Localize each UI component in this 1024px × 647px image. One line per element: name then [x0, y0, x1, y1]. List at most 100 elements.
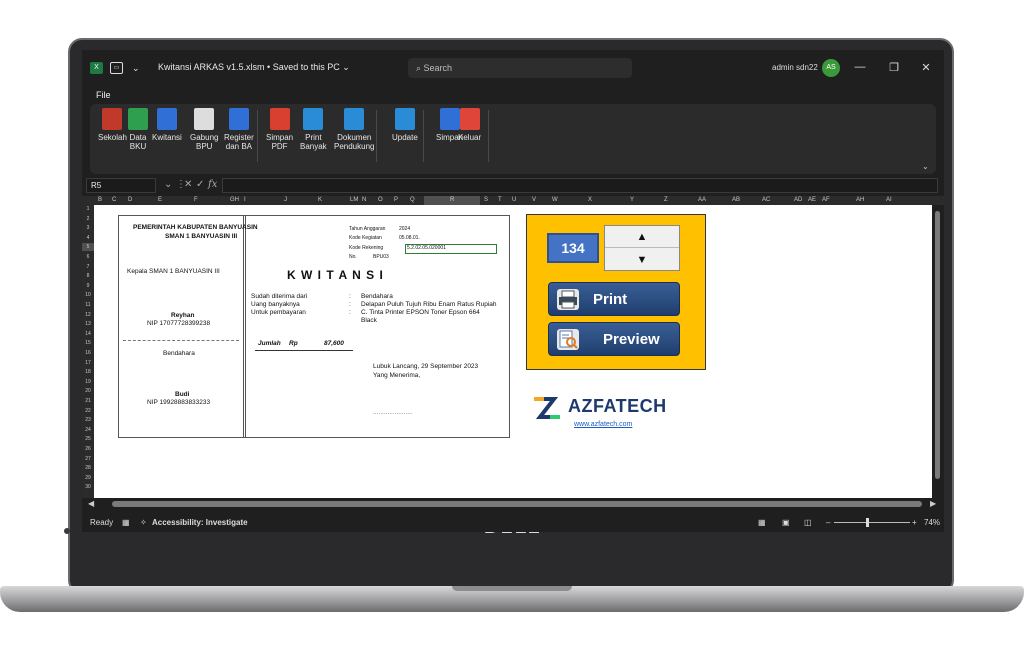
row-header[interactable]: 4	[82, 234, 94, 242]
row-header[interactable]: 5	[82, 243, 94, 252]
row-header[interactable]: 11	[82, 301, 94, 309]
row-header[interactable]: 13	[82, 320, 94, 328]
row-header[interactable]: 25	[82, 435, 94, 443]
column-header[interactable]: AB	[732, 196, 740, 205]
scroll-left-icon[interactable]: ◀	[88, 499, 94, 508]
ribbon-button-simpan[interactable]: Simpan PDF	[266, 108, 293, 164]
row-header[interactable]: 19	[82, 378, 94, 386]
column-header[interactable]: AE	[808, 196, 816, 205]
file-menu[interactable]: File	[96, 90, 111, 100]
column-header[interactable]: E	[158, 196, 162, 205]
column-header[interactable]: Y	[630, 196, 634, 205]
vertical-scrollbar[interactable]	[932, 205, 944, 498]
avatar[interactable]: AS	[822, 59, 840, 77]
spin-up-button[interactable]: ▲	[605, 226, 679, 248]
row-header[interactable]: 30	[82, 483, 94, 491]
row-header[interactable]: 3	[82, 224, 94, 232]
row-header[interactable]: 12	[82, 311, 94, 319]
zoom-slider-thumb[interactable]	[866, 518, 869, 527]
column-header[interactable]: U	[512, 196, 516, 205]
page-layout-icon[interactable]: ▣	[782, 518, 790, 527]
row-header[interactable]: 8	[82, 272, 94, 280]
ribbon-collapse-icon[interactable]: ⌄	[922, 162, 929, 171]
column-header[interactable]: D	[128, 196, 132, 205]
column-header[interactable]: I	[244, 196, 246, 205]
row-header[interactable]: 24	[82, 426, 94, 434]
normal-view-icon[interactable]: ▦	[758, 518, 766, 527]
number-spinner[interactable]: ▲ ▼	[604, 225, 680, 271]
ribbon-button-register[interactable]: Register dan BA	[224, 108, 254, 164]
column-header[interactable]: R	[424, 196, 481, 205]
column-header[interactable]: AI	[886, 196, 892, 205]
zoom-slider[interactable]	[834, 522, 910, 523]
column-header[interactable]: Z	[664, 196, 668, 205]
function-icon[interactable]: fx	[208, 178, 217, 192]
row-header[interactable]: 6	[82, 253, 94, 261]
column-header[interactable]: J	[284, 196, 287, 205]
ribbon-button-kwitansi[interactable]: Kwitansi	[152, 108, 182, 164]
column-header[interactable]: LM	[350, 196, 358, 205]
preview-button[interactable]: Preview	[548, 322, 680, 356]
row-header[interactable]: 21	[82, 397, 94, 405]
column-header[interactable]: AA	[698, 196, 706, 205]
autosave-icon[interactable]: ▭	[110, 62, 123, 74]
name-box[interactable]: R5	[86, 178, 156, 193]
cancel-icon[interactable]: ✕	[184, 178, 192, 192]
row-header[interactable]: 23	[82, 416, 94, 424]
column-header[interactable]: B	[98, 196, 102, 205]
ribbon-button-gabung[interactable]: Gabung BPU	[190, 108, 218, 164]
column-header[interactable]: W	[552, 196, 558, 205]
row-header[interactable]: 18	[82, 368, 94, 376]
row-header[interactable]: 10	[82, 291, 94, 299]
selected-cell[interactable]	[405, 244, 497, 254]
search-input[interactable]: ⌕ Search	[408, 58, 632, 78]
horizontal-scrollbar[interactable]: ◀ ▶	[82, 498, 944, 510]
column-header[interactable]: F	[194, 196, 198, 205]
logo-url-link[interactable]: www.azfatech.com	[574, 421, 632, 428]
row-header[interactable]: 7	[82, 263, 94, 271]
row-header[interactable]: 28	[82, 464, 94, 472]
row-header[interactable]: 27	[82, 455, 94, 463]
column-header[interactable]: GH	[230, 196, 239, 205]
ribbon-button-sekolah[interactable]: Sekolah	[98, 108, 127, 164]
spin-down-button[interactable]: ▼	[605, 249, 679, 271]
row-header[interactable]: 22	[82, 407, 94, 415]
column-header[interactable]: P	[394, 196, 398, 205]
row-header[interactable]: 26	[82, 445, 94, 453]
column-header[interactable]: V	[532, 196, 536, 205]
column-header[interactable]: AD	[794, 196, 802, 205]
zoom-in-button[interactable]: +	[912, 518, 917, 527]
column-header[interactable]: T	[498, 196, 502, 205]
row-header[interactable]: 20	[82, 387, 94, 395]
column-header[interactable]: Q	[410, 196, 415, 205]
zoom-level[interactable]: 74%	[924, 518, 940, 527]
column-header[interactable]: S	[484, 196, 488, 205]
ribbon-button-update[interactable]: Update	[392, 108, 418, 164]
chevron-down-icon[interactable]: ⌄	[164, 178, 172, 192]
row-header[interactable]: 9	[82, 282, 94, 290]
scroll-right-icon[interactable]: ▶	[930, 499, 936, 508]
user-name[interactable]: admin sdn22	[772, 63, 818, 72]
row-header[interactable]: 1	[82, 205, 94, 213]
column-header[interactable]: K	[318, 196, 322, 205]
zoom-out-button[interactable]: –	[826, 518, 830, 527]
row-header[interactable]: 29	[82, 474, 94, 482]
print-button[interactable]: Print	[548, 282, 680, 316]
page-break-icon[interactable]: ◫	[804, 518, 812, 527]
ribbon-button-data[interactable]: Data BKU	[128, 108, 148, 164]
column-header[interactable]: C	[112, 196, 116, 205]
row-header[interactable]: 17	[82, 359, 94, 367]
column-header[interactable]: AH	[856, 196, 864, 205]
formula-input[interactable]	[222, 178, 938, 193]
row-header[interactable]: 15	[82, 339, 94, 347]
row-header[interactable]: 2	[82, 215, 94, 223]
receipt-number[interactable]: 134	[547, 233, 599, 263]
macro-icon[interactable]: ▦	[122, 518, 130, 527]
quick-access-chevron-icon[interactable]: ⌄	[132, 62, 142, 74]
minimize-button[interactable]: —	[852, 61, 868, 73]
scroll-thumb[interactable]	[935, 211, 940, 479]
accessibility-status[interactable]: Accessibility: Investigate	[152, 518, 248, 527]
row-header[interactable]: 14	[82, 330, 94, 338]
restore-button[interactable]: ❐	[886, 61, 902, 74]
column-header[interactable]: O	[378, 196, 383, 205]
